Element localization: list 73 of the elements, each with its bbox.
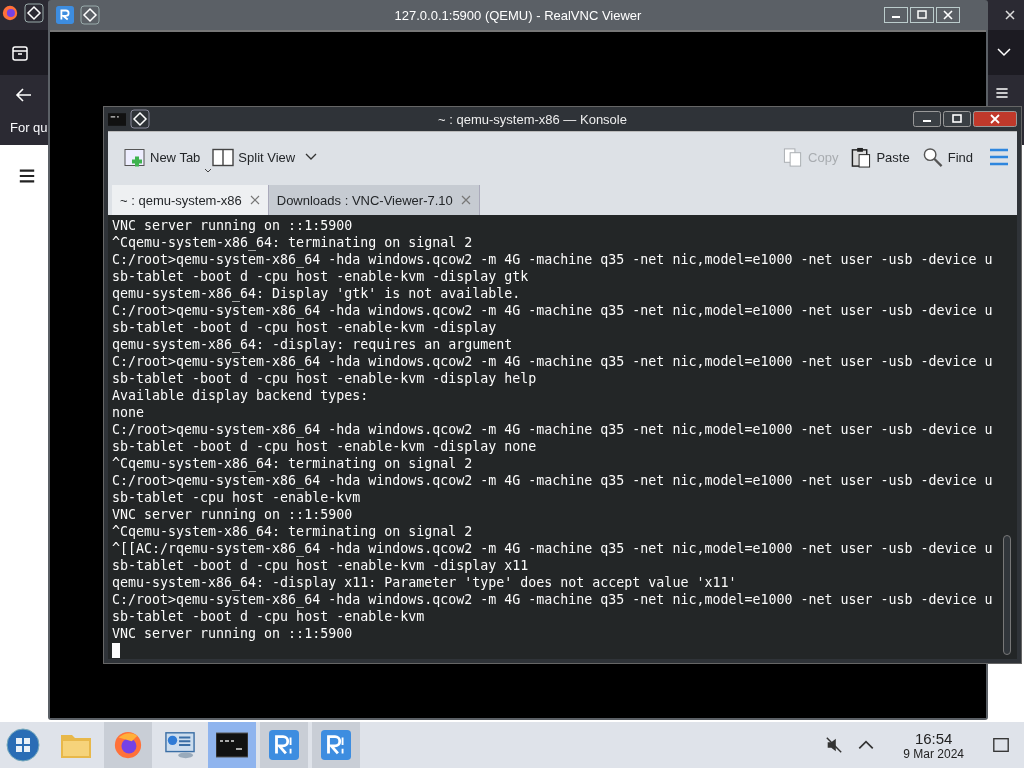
minimize-icon[interactable] xyxy=(913,111,941,127)
menu-icon[interactable] xyxy=(994,85,1010,101)
terminal-line: ^Cqemu-system-x86_64: terminating on signal 2 xyxy=(112,523,474,540)
terminal-line: sb-tablet -boot d -cpu host -enable-kvm -display x11 xyxy=(112,557,530,574)
chevron-down-icon xyxy=(305,153,318,161)
vnc-app-icon xyxy=(268,730,300,760)
terminal-icon xyxy=(216,730,248,760)
terminal-line: C:/root>qemu-system-x86_64 -hda windows.qcow2 -m 4G -machine q35 -net nic,model=e1000 -net user -usb -device u xyxy=(112,591,994,608)
vnc-taskbar-button[interactable] xyxy=(312,722,360,768)
window-title: ~ : qemu-system-x86 — Konsole xyxy=(437,111,628,127)
monitor-icon xyxy=(164,730,196,760)
terminal-tab[interactable]: Downloads : VNC-Viewer-7.10 xyxy=(268,185,480,215)
search-icon xyxy=(921,146,944,168)
maximize-icon[interactable] xyxy=(943,111,971,127)
terminal-area[interactable] xyxy=(108,215,1017,659)
clock-time[interactable]: 16:54 xyxy=(914,729,953,747)
window-title: 127.0.0.1:5900 (QEMU) - RealVNC Viewer xyxy=(393,7,643,23)
terminal-line: VNC server running on ::1:5900 xyxy=(112,506,354,523)
terminal-line: C:/root>qemu-system-x86_64 -hda windows.qcow2 -m 4G -machine q35 -net nic,model=e1000 -net user -usb -device u xyxy=(112,353,994,370)
scrollbar-thumb[interactable] xyxy=(1003,535,1011,655)
terminal-line: Available display backend types: xyxy=(112,387,370,404)
close-icon[interactable] xyxy=(973,111,1017,127)
split-view-icon xyxy=(212,146,235,168)
browser-icon xyxy=(112,730,144,760)
terminal-line: sb-tablet -boot d -cpu host -enable-kvm -display xyxy=(112,319,498,336)
close-icon xyxy=(460,195,471,205)
text-cursor xyxy=(112,643,120,658)
browser-icon[interactable] xyxy=(1,4,19,22)
window-menu-icon[interactable] xyxy=(130,109,150,129)
vnc-app-icon[interactable] xyxy=(56,6,74,24)
sidebar-text: For qu xyxy=(10,120,48,135)
terminal-line: C:/root>qemu-system-x86_64 -hda windows.qcow2 -m 4G -machine q35 -net nic,model=e1000 -net user -usb -device u xyxy=(112,472,994,489)
muted-speaker-icon[interactable] xyxy=(825,736,844,754)
terminal-app-icon[interactable] xyxy=(108,112,126,126)
maximize-icon[interactable] xyxy=(910,7,934,23)
terminal-line: C:/root>qemu-system-x86_64 -hda windows.qcow2 -m 4G -machine q35 -net nic,model=e1000 -net user -usb -device u xyxy=(112,421,994,438)
terminal-line: ^[[AC:/rqemu-system-x86_64 -hda windows.qcow2 -m 4G -machine q35 -net nic,model=e1000 -net user -usb -device u xyxy=(112,540,994,557)
clock-date[interactable]: 9 Mar 2024 xyxy=(903,746,964,761)
terminal-line: none xyxy=(112,404,146,421)
menu-icon[interactable] xyxy=(17,167,37,185)
terminal-line: sb-tablet -cpu host -enable-kvm xyxy=(112,489,362,506)
paste-icon xyxy=(850,146,873,168)
new-tab-button[interactable]: New Tab xyxy=(122,142,203,172)
terminal-line: ^Cqemu-system-x86_64: terminating on signal 2 xyxy=(112,455,474,472)
minimize-icon[interactable] xyxy=(884,7,908,23)
terminal-line: VNC server running on ::1:5900 xyxy=(112,625,354,642)
terminal-taskbar-button[interactable] xyxy=(208,722,256,768)
caret-icon xyxy=(204,167,212,174)
terminal-line: qemu-system-x86_64: Display 'gtk' is not available. xyxy=(112,285,522,302)
browser-taskbar-button[interactable] xyxy=(104,722,152,768)
window-menu-icon[interactable] xyxy=(24,3,44,23)
split-view-button[interactable]: Split View xyxy=(210,142,320,172)
window-menu-icon[interactable] xyxy=(80,5,100,25)
terminal-line: qemu-system-x86_64: -display: requires an argument xyxy=(112,336,514,353)
close-icon xyxy=(249,195,260,205)
find-button[interactable]: Find xyxy=(919,142,975,172)
terminal-line: sb-tablet -boot d -cpu host -enable-kvm -display none xyxy=(112,438,538,455)
terminal-line: VNC server running on ::1:5900 xyxy=(112,217,354,234)
terminal-line: ^Cqemu-system-x86_64: terminating on signal 2 xyxy=(112,234,474,251)
terminal-line: sb-tablet -boot d -cpu host -enable-kvm -display gtk xyxy=(112,268,530,285)
terminal-line: sb-tablet -boot d -cpu host -enable-kvm -display help xyxy=(112,370,538,387)
terminal-line: C:/root>qemu-system-x86_64 -hda windows.qcow2 -m 4G -machine q35 -net nic,model=e1000 -net user -usb -device u xyxy=(112,251,994,268)
terminal-tab[interactable]: ~ : qemu-system-x86 xyxy=(112,185,269,215)
vnc-app-icon xyxy=(320,730,352,760)
terminal-line: qemu-system-x86_64: -display x11: Parameter 'type' does not accept value 'x11' xyxy=(112,574,738,591)
terminal-line: sb-tablet -boot d -cpu host -enable-kvm xyxy=(112,608,426,625)
start-button-icon[interactable] xyxy=(6,728,40,762)
terminal-line: C:/root>qemu-system-x86_64 -hda windows.qcow2 -m 4G -machine q35 -net nic,model=e1000 -net user -usb -device u xyxy=(112,302,994,319)
close-icon[interactable] xyxy=(936,7,960,23)
paste-button[interactable]: Paste xyxy=(848,142,912,172)
new-tab-icon xyxy=(124,146,146,168)
archive-icon[interactable] xyxy=(10,43,30,63)
show-desktop-icon[interactable] xyxy=(992,736,1010,754)
